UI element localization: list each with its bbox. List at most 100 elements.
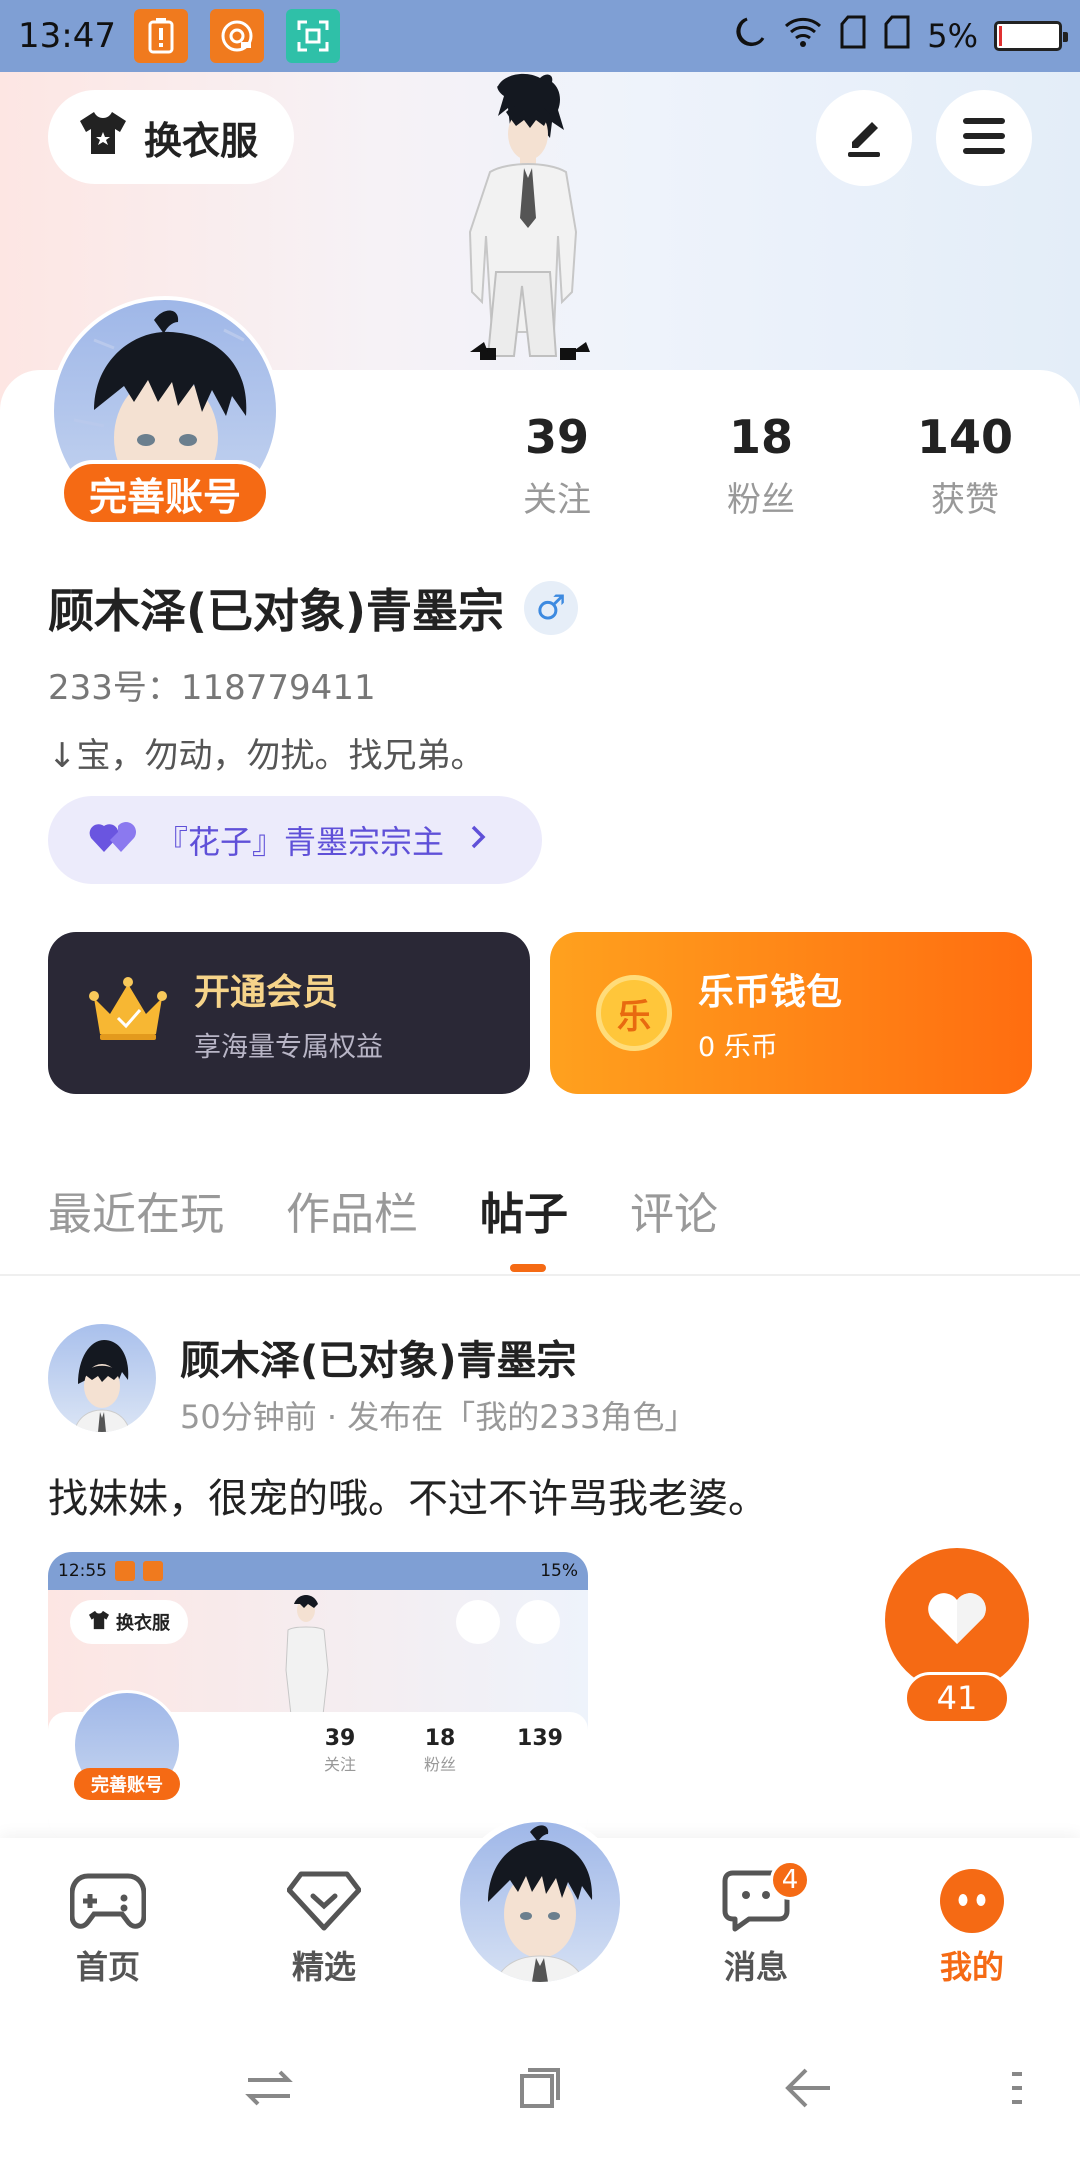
- wallet-card[interactable]: 乐 乐币钱包 0 乐币: [550, 932, 1032, 1094]
- nav-home-label: 首页: [75, 1948, 140, 1986]
- followers-label: 粉丝: [727, 480, 795, 520]
- back-icon[interactable]: [784, 2066, 834, 2114]
- crown-icon: [88, 976, 168, 1050]
- following-count: 39: [524, 410, 589, 464]
- sim2-icon: [883, 14, 911, 58]
- username: 顾木泽(已对象)青墨宗: [48, 584, 505, 638]
- home-square-icon[interactable]: [518, 2066, 562, 2114]
- heart-icon: [926, 1590, 988, 1650]
- system-nav-bar: [0, 2016, 1080, 2160]
- bottom-nav: 首页 精选 消息 4 我的: [0, 1816, 1080, 2016]
- menu-button[interactable]: [936, 90, 1032, 186]
- status-time: 13:47: [18, 16, 116, 56]
- post-author-name[interactable]: 顾木泽(已对象)青墨宗: [180, 1328, 577, 1386]
- like-button[interactable]: [885, 1548, 1029, 1692]
- user-id: 233号：118779411: [48, 668, 376, 708]
- post-meta: 50分钟前 · 发布在「我的233角色」: [180, 1398, 697, 1436]
- thumb-stat: 39 关注: [310, 1726, 370, 1775]
- male-icon: ♂: [524, 581, 579, 635]
- thumb-time: 12:55: [58, 1561, 107, 1581]
- wallet-title: 乐币钱包: [698, 971, 843, 1013]
- bio: ↓宝，勿动，勿扰。找兄弟。: [48, 736, 485, 776]
- sect-tag-label: 『花子』青墨宗宗主: [156, 823, 445, 861]
- character-figure: [440, 72, 620, 372]
- thumb-battery: 15%: [540, 1561, 578, 1581]
- stat-followers[interactable]: 18 粉丝: [676, 410, 846, 521]
- thumb-character: [285, 1595, 329, 1725]
- content-tabs: 最近在玩 作品栏 帖子 评论: [48, 1178, 780, 1242]
- post-image[interactable]: 12:55 15% 换衣服 完善账号 39 关注 18 粉丝 139: [48, 1552, 588, 1842]
- thumb-stat-num: 39: [324, 1726, 356, 1751]
- chevron-right-icon: [468, 821, 488, 859]
- thumb-stat-label: 关注: [323, 1755, 356, 1774]
- tab-works[interactable]: 作品栏: [286, 1178, 418, 1242]
- messages-badge: 4: [770, 1860, 810, 1900]
- sect-tag-button[interactable]: 『花子』青墨宗宗主: [48, 796, 542, 884]
- thumb-stat: 139: [510, 1726, 570, 1751]
- sim1-icon: [839, 14, 867, 58]
- change-outfit-button[interactable]: 换衣服: [48, 90, 294, 184]
- gamepad-icon: [69, 1866, 147, 1936]
- app-root: 13:47 5% 换衣服 完善账号 39 关注 18 粉丝 140 获赞 顾木泽…: [0, 0, 1080, 2160]
- nav-messages-label: 消息: [723, 1948, 788, 1986]
- battery-icon: [994, 21, 1068, 51]
- like-count: 41: [904, 1672, 1010, 1724]
- wifi-icon: [783, 15, 823, 57]
- thumb-stat-num: 139: [517, 1726, 563, 1751]
- scan-icon: [285, 9, 340, 63]
- battery-percent: 5%: [927, 17, 978, 55]
- coin-icon: 乐: [596, 975, 672, 1051]
- vip-membership-card[interactable]: 开通会员 享海量专属权益: [48, 932, 530, 1094]
- tab-recent[interactable]: 最近在玩: [48, 1178, 224, 1242]
- heart-gem-icon: [285, 1866, 363, 1936]
- likes-label: 获赞: [931, 480, 999, 520]
- tab-posts[interactable]: 帖子: [480, 1178, 568, 1242]
- stat-following[interactable]: 39 关注: [472, 410, 642, 521]
- shirt-icon: [88, 1610, 110, 1635]
- vip-title: 开通会员: [194, 971, 339, 1013]
- notification-app-icon: [209, 9, 264, 63]
- battery-alert-icon: [133, 9, 188, 63]
- nav-featured-label: 精选: [291, 1948, 356, 1986]
- thumb-outfit-label: 换衣服: [116, 1613, 170, 1634]
- moon-icon: [731, 14, 767, 58]
- double-heart-icon: [88, 818, 138, 862]
- shirt-icon: [78, 110, 128, 165]
- nav-home[interactable]: 首页: [38, 1866, 178, 1988]
- thumb-stat: 18 粉丝: [410, 1726, 470, 1775]
- thumb-menu-button: [516, 1600, 560, 1644]
- active-tab-indicator: [510, 1264, 546, 1272]
- username-row: 顾木泽(已对象)青墨宗 ♂: [48, 575, 579, 641]
- wallet-balance: 0 乐币: [698, 1031, 778, 1063]
- thumb-status-bar: 12:55 15%: [48, 1552, 588, 1590]
- pen-icon: [840, 112, 888, 164]
- nav-featured[interactable]: 精选: [254, 1866, 394, 1988]
- nav-me-label: 我的: [939, 1948, 1004, 1986]
- menu-icon: [961, 116, 1007, 160]
- status-bar: 13:47 5%: [0, 0, 1080, 72]
- more-icon[interactable]: [1010, 2070, 1024, 2110]
- nav-avatar-button[interactable]: [454, 1816, 626, 1988]
- profile-face-icon: [933, 1866, 1011, 1936]
- tabs-divider: [0, 1274, 1080, 1276]
- post-author-avatar[interactable]: [48, 1324, 156, 1432]
- post-text: 找妹妹，很宠的哦。不过不许骂我老婆。: [48, 1476, 768, 1522]
- followers-count: 18: [728, 410, 793, 464]
- thumb-stat-label: 粉丝: [423, 1755, 456, 1774]
- status-right-group: 5%: [731, 14, 1068, 58]
- edit-profile-button[interactable]: [816, 90, 912, 186]
- following-label: 关注: [523, 480, 591, 520]
- thumb-outfit-button: 换衣服: [70, 1600, 188, 1644]
- vip-subtitle: 享海量专属权益: [194, 1031, 383, 1063]
- thumb-edit-button: [456, 1600, 500, 1644]
- complete-account-badge[interactable]: 完善账号: [60, 460, 270, 526]
- thumb-stat-num: 18: [424, 1726, 456, 1751]
- nav-me[interactable]: 我的: [902, 1866, 1042, 1988]
- thumb-complete-badge: 完善账号: [74, 1768, 180, 1800]
- switch-apps-icon[interactable]: [244, 2068, 294, 2112]
- tab-comments[interactable]: 评论: [630, 1178, 718, 1242]
- change-outfit-label: 换衣服: [144, 118, 259, 163]
- likes-count: 140: [916, 410, 1014, 464]
- stat-likes[interactable]: 140 获赞: [880, 410, 1050, 521]
- thumb-app-icon: [143, 1561, 163, 1581]
